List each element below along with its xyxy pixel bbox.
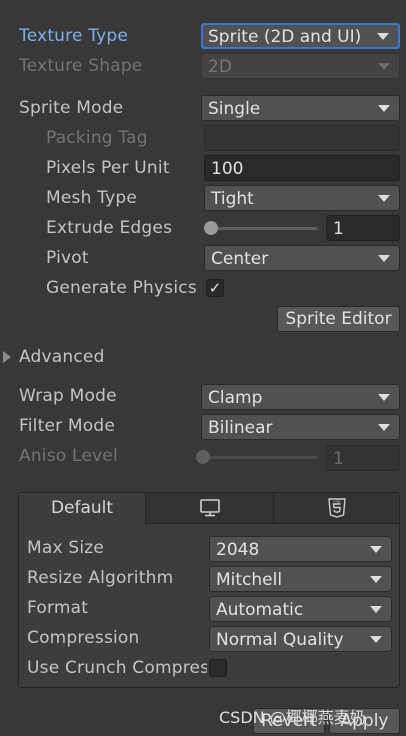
aniso-level-label: Aniso Level [19,446,118,466]
texture-type-label: Texture Type [19,26,129,46]
wrap-mode-label: Wrap Mode [19,386,117,406]
sprite-mode-value: Single [208,99,261,119]
chevron-down-icon [370,636,382,643]
tab-default[interactable]: Default [19,493,146,524]
chevron-down-icon [378,394,390,401]
texture-shape-value: 2D [208,57,232,77]
format-label: Format [27,598,89,618]
wrap-mode-value: Clamp [208,388,263,408]
pivot-label: Pivot [46,248,89,268]
pixels-per-unit-label: Pixels Per Unit [46,158,170,178]
sprite-editor-button[interactable]: Sprite Editor [277,306,400,332]
extrude-edges-slider-track[interactable] [208,227,318,230]
format-dropdown[interactable]: Automatic [209,596,392,622]
mesh-type-label: Mesh Type [46,188,138,208]
chevron-down-icon [377,33,389,40]
filter-mode-dropdown[interactable]: Bilinear [201,414,400,440]
pivot-value: Center [211,249,269,269]
texture-type-value: Sprite (2D and UI) [208,27,362,47]
generate-physics-checkbox[interactable]: ✓ [206,279,224,297]
texture-shape-label: Texture Shape [19,56,143,76]
aniso-level-slider-handle [196,450,210,464]
html5-icon: HTML [327,498,346,518]
packing-tag-label: Packing Tag [46,128,148,148]
max-size-label: Max Size [27,538,105,558]
filter-mode-label: Filter Mode [19,416,116,436]
extrude-edges-input[interactable]: 1 [326,215,400,241]
chevron-down-icon [370,606,382,613]
filter-mode-value: Bilinear [208,418,273,438]
aniso-level-slider-track [203,456,318,459]
monitor-icon [199,499,220,517]
resize-algorithm-label: Resize Algorithm [27,568,174,588]
chevron-down-icon [378,105,390,112]
max-size-value: 2048 [216,540,260,560]
extrude-edges-label: Extrude Edges [46,218,173,238]
chevron-down-icon [370,546,382,553]
watermark-text: CSDN @椰椰燕麦奶 [219,708,366,727]
html5-badge-text: HTML [333,499,341,503]
pivot-dropdown[interactable]: Center [204,245,400,271]
tab-webgl[interactable]: HTML [274,493,399,524]
checkmark-icon: ✓ [208,279,222,297]
wrap-mode-dropdown[interactable]: Clamp [201,384,400,410]
use-crunch-label: Use Crunch Compres [27,658,207,678]
resize-algorithm-dropdown[interactable]: Mitchell [209,566,392,592]
chevron-down-icon [378,255,390,262]
compression-dropdown[interactable]: Normal Quality [209,626,392,652]
generate-physics-label: Generate Physics [46,278,197,298]
tab-standalone[interactable] [146,493,274,524]
format-value: Automatic [216,600,304,620]
resize-algorithm-value: Mitchell [216,570,283,590]
texture-type-dropdown[interactable]: Sprite (2D and UI) [201,23,400,49]
mesh-type-value: Tight [211,189,254,209]
chevron-down-icon [370,576,382,583]
extrude-edges-slider-handle[interactable] [204,221,219,235]
use-crunch-checkbox[interactable] [209,659,227,677]
chevron-down-icon [378,63,390,70]
sprite-mode-dropdown[interactable]: Single [201,95,400,121]
advanced-foldout-label[interactable]: Advanced [19,343,105,371]
packing-tag-input [204,125,400,151]
mesh-type-dropdown[interactable]: Tight [204,185,400,211]
compression-label: Compression [27,628,140,648]
chevron-down-icon [378,424,390,431]
pixels-per-unit-input[interactable]: 100 [204,155,400,181]
texture-shape-dropdown: 2D [201,53,400,79]
sprite-mode-label: Sprite Mode [19,98,124,118]
max-size-dropdown[interactable]: 2048 [209,536,392,562]
aniso-level-input: 1 [326,445,400,471]
foldout-arrow-icon[interactable] [3,351,11,363]
chevron-down-icon [378,195,390,202]
compression-value: Normal Quality [216,630,344,650]
